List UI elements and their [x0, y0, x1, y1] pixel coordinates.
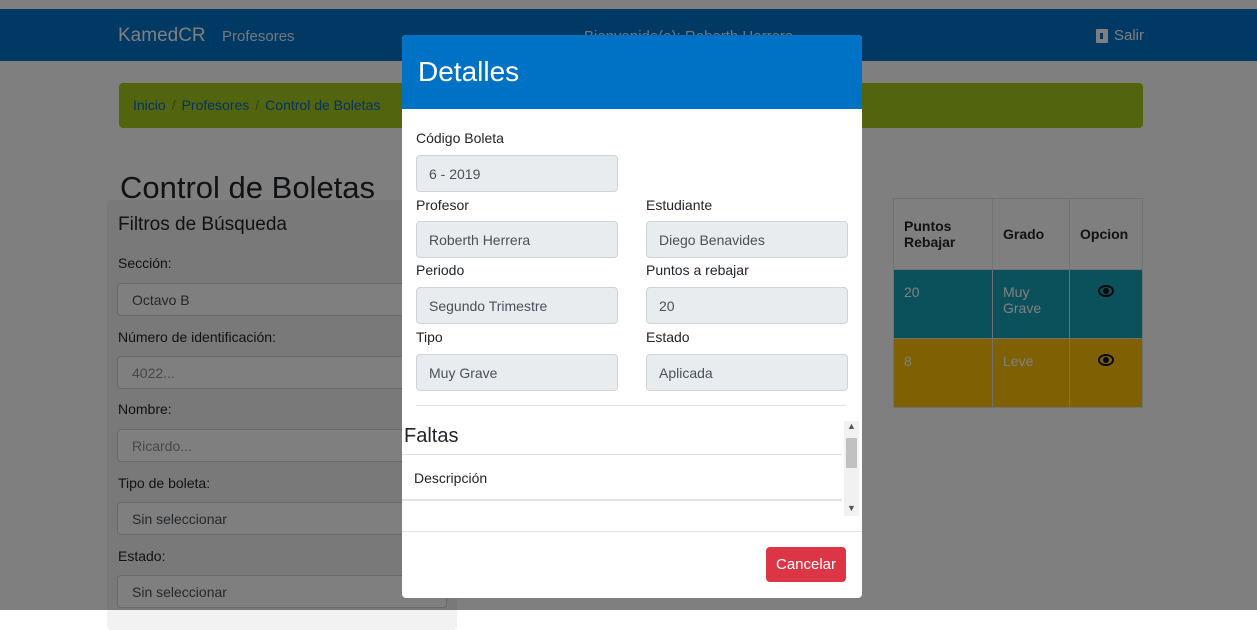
faltas-scroll-area[interactable]: Faltas Descripción [402, 419, 860, 517]
puntos-label: Puntos a rebajar [646, 262, 749, 278]
details-modal: Detalles Código Boleta 6 - 2019 Profesor… [402, 35, 862, 598]
estado-field: Aplicada [646, 354, 848, 391]
divider [416, 405, 846, 406]
estado-label: Estado [646, 329, 690, 345]
tipo-field: Muy Grave [416, 354, 618, 391]
cancel-button[interactable]: Cancelar [766, 547, 846, 582]
estudiante-field: Diego Benavides [646, 221, 848, 258]
faltas-scrollbar[interactable]: ▲ ▼ [844, 421, 859, 516]
profesor-field: Roberth Herrera [416, 221, 618, 258]
profesor-label: Profesor [416, 197, 469, 213]
estudiante-label: Estudiante [646, 197, 713, 213]
codigo-field: 6 - 2019 [416, 155, 618, 192]
tipo-label: Tipo [416, 329, 443, 345]
modal-header: Detalles [402, 35, 862, 109]
modal-title: Detalles [418, 56, 520, 87]
scrollbar-thumb[interactable] [846, 438, 857, 468]
scroll-down-icon[interactable]: ▼ [847, 503, 856, 513]
descripcion-header: Descripción [414, 470, 488, 486]
periodo-field: Segundo Trimestre [416, 287, 618, 324]
modal-footer-divider [402, 531, 862, 532]
faltas-title: Faltas [404, 425, 459, 447]
faltas-table-header: Descripción [402, 454, 842, 501]
codigo-label: Código Boleta [416, 130, 504, 146]
periodo-label: Periodo [416, 262, 465, 278]
puntos-field: 20 [646, 287, 848, 324]
scroll-up-icon[interactable]: ▲ [847, 421, 856, 431]
